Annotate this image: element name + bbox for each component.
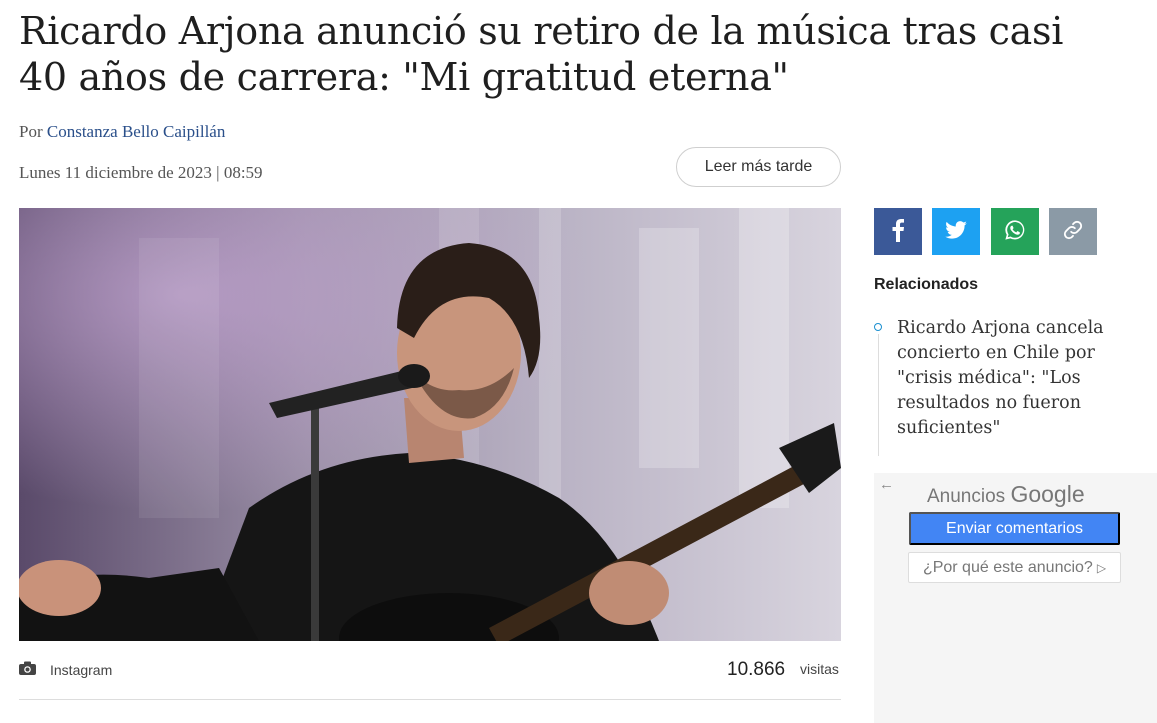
share-twitter-button[interactable] [932, 208, 980, 255]
visits-count: 10.866 [727, 659, 786, 680]
ad-header-brand: Google [1010, 481, 1085, 507]
related-title: Relacionados [874, 276, 979, 293]
back-arrow-icon[interactable]: ← [879, 476, 894, 493]
visits-label: visitas [800, 661, 839, 677]
facebook-icon [891, 218, 905, 246]
share-whatsapp-button[interactable] [991, 208, 1039, 255]
camera-icon [19, 661, 36, 675]
why-this-ad-label: ¿Por qué este anuncio? [922, 558, 1093, 576]
related-timeline-line [878, 334, 879, 456]
ad-header: Anuncios Google [927, 481, 1085, 508]
link-icon [1062, 219, 1084, 245]
image-caption-row: Instagram 10.866 visitas [19, 655, 841, 685]
send-feedback-button[interactable]: Enviar comentarios [909, 512, 1120, 545]
publish-date: Lunes 11 diciembre de 2023 | 08:59 [19, 163, 263, 182]
twitter-icon [945, 220, 967, 243]
image-credit: Instagram [50, 662, 113, 678]
read-later-button[interactable]: Leer más tarde [676, 147, 841, 187]
article-title: Ricardo Arjona anunció su retiro de la m… [19, 9, 1064, 99]
divider [19, 699, 841, 700]
why-this-ad-button[interactable]: ¿Por qué este anuncio? ▷ [908, 552, 1121, 583]
byline-prefix: Por [19, 122, 43, 141]
share-facebook-button[interactable] [874, 208, 922, 255]
byline: Por Constanza Bello Caipillán [19, 122, 225, 142]
related-article-link[interactable]: Ricardo Arjona cancela concierto en Chil… [897, 316, 1117, 441]
ad-panel: ← Anuncios Google Enviar comentarios ¿Po… [874, 473, 1157, 723]
copy-link-button[interactable] [1049, 208, 1097, 255]
ad-header-prefix: Anuncios [927, 486, 1006, 507]
whatsapp-icon [1004, 219, 1026, 245]
play-icon: ▷ [1096, 560, 1107, 575]
author-link[interactable]: Constanza Bello Caipillán [47, 122, 225, 141]
hero-image [19, 208, 841, 641]
bullet-icon [874, 323, 882, 331]
